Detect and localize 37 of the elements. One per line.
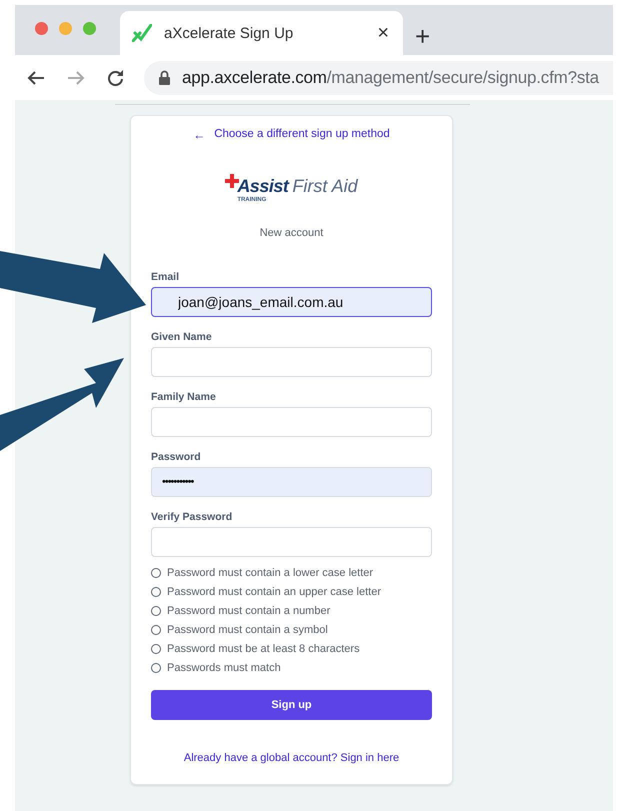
field-label: Given Name [151, 331, 213, 343]
field-label: Family Name [151, 391, 217, 403]
form-heading: New account [260, 227, 324, 239]
requirement-text: Passwords must match [167, 662, 281, 674]
input-field[interactable] [151, 347, 432, 377]
field-label: Password [151, 451, 202, 463]
url-host: app.axcelerate.com [182, 68, 327, 86]
tab-title: aXcelerate Sign Up [164, 24, 294, 42]
url-path: /management/secure/signup.cfm?sta [326, 68, 599, 86]
requirement-text: Password must contain a symbol [167, 624, 328, 636]
sign-in-link[interactable]: Already have a global account? Sign in here [184, 752, 400, 764]
back-icon[interactable] [27, 70, 45, 86]
password-field[interactable] [151, 527, 432, 557]
requirement-text: Password must contain a lower case letter [167, 567, 374, 579]
input-field[interactable] [151, 407, 432, 437]
close-tab-button[interactable]: × [375, 22, 391, 44]
reload-icon[interactable] [107, 69, 124, 86]
lock-icon [159, 70, 170, 85]
maximize-window-icon[interactable] [83, 22, 96, 35]
back-link[interactable]: ← Choose a different sign up method [193, 128, 390, 142]
logo-text: First Aid [292, 176, 358, 197]
minimize-window-icon[interactable] [59, 22, 72, 35]
field-label: Verify Password [151, 511, 234, 523]
forward-icon[interactable] [67, 70, 85, 86]
browser-tab[interactable]: aXcelerate Sign Up × [120, 11, 403, 55]
close-window-icon[interactable] [35, 22, 48, 35]
requirement-text: Password must contain an upper case letter [167, 586, 382, 598]
password-field[interactable]: ••••••••••• [151, 467, 432, 497]
logo-text: Assist [237, 176, 288, 196]
field-label: Email [151, 271, 180, 283]
input-field[interactable]: joan@joans_email.com.au [151, 287, 432, 317]
requirement-text: Password must contain a number [167, 605, 330, 617]
check-icon [132, 24, 152, 42]
new-tab-button[interactable]: + [415, 23, 430, 49]
requirement-text: Password must be at least 8 characters [167, 643, 360, 655]
sign-up-button[interactable]: Sign up [151, 690, 432, 720]
address-bar[interactable]: app.axcelerate.com/management/secure/signup.cfm?sta [144, 60, 613, 94]
